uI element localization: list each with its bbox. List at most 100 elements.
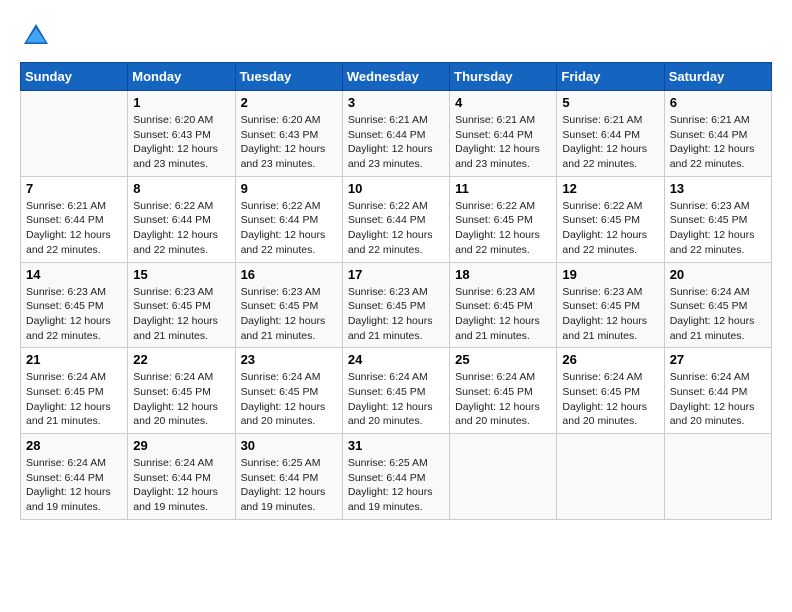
day-cell: 14 Sunrise: 6:23 AM Sunset: 6:45 PM Dayli… xyxy=(21,262,128,348)
week-row-5: 28 Sunrise: 6:24 AM Sunset: 6:44 PM Dayli… xyxy=(21,434,772,520)
day-cell: 21 Sunrise: 6:24 AM Sunset: 6:45 PM Dayli… xyxy=(21,348,128,434)
day-number: 7 xyxy=(26,181,122,196)
week-row-3: 14 Sunrise: 6:23 AM Sunset: 6:45 PM Dayli… xyxy=(21,262,772,348)
day-number: 9 xyxy=(241,181,337,196)
day-cell: 20 Sunrise: 6:24 AM Sunset: 6:45 PM Dayli… xyxy=(664,262,771,348)
day-cell: 8Sunrise: 6:22 AM Sunset: 6:44 PM Daylig… xyxy=(128,176,235,262)
day-detail: Sunrise: 6:21 AM Sunset: 6:44 PM Dayligh… xyxy=(562,113,658,172)
week-row-2: 7 Sunrise: 6:21 AM Sunset: 6:44 PM Daylig… xyxy=(21,176,772,262)
day-detail: Sunrise: 6:21 AM Sunset: 6:44 PM Dayligh… xyxy=(670,113,766,172)
day-detail: Sunrise: 6:23 AM Sunset: 6:45 PM Dayligh… xyxy=(348,285,444,344)
day-detail: Sunrise: 6:21 AM Sunset: 6:44 PM Dayligh… xyxy=(26,199,122,258)
day-detail: Sunrise: 6:21 AM Sunset: 6:44 PM Dayligh… xyxy=(455,113,551,172)
day-cell: 10 Sunrise: 6:22 AM Sunset: 6:44 PM Dayli… xyxy=(342,176,449,262)
day-detail: Sunrise: 6:22 AM Sunset: 6:45 PM Dayligh… xyxy=(455,199,551,258)
header-row: SundayMondayTuesdayWednesdayThursdayFrid… xyxy=(21,63,772,91)
logo-icon xyxy=(20,20,52,52)
day-detail: Sunrise: 6:24 AM Sunset: 6:45 PM Dayligh… xyxy=(670,285,766,344)
day-number: 2 xyxy=(241,95,337,110)
day-number: 13 xyxy=(670,181,766,196)
day-number: 19 xyxy=(562,267,658,282)
day-number: 18 xyxy=(455,267,551,282)
day-number: 25 xyxy=(455,352,551,367)
col-header-saturday: Saturday xyxy=(664,63,771,91)
day-number: 17 xyxy=(348,267,444,282)
day-number: 15 xyxy=(133,267,229,282)
day-detail: Sunrise: 6:23 AM Sunset: 6:45 PM Dayligh… xyxy=(241,285,337,344)
day-number: 23 xyxy=(241,352,337,367)
day-number: 30 xyxy=(241,438,337,453)
day-cell: 1Sunrise: 6:20 AM Sunset: 6:43 PM Daylig… xyxy=(128,91,235,177)
day-detail: Sunrise: 6:25 AM Sunset: 6:44 PM Dayligh… xyxy=(348,456,444,515)
day-number: 8 xyxy=(133,181,229,196)
day-cell: 12 Sunrise: 6:22 AM Sunset: 6:45 PM Dayli… xyxy=(557,176,664,262)
day-detail: Sunrise: 6:20 AM Sunset: 6:43 PM Dayligh… xyxy=(133,113,229,172)
day-cell: 7 Sunrise: 6:21 AM Sunset: 6:44 PM Daylig… xyxy=(21,176,128,262)
day-detail: Sunrise: 6:20 AM Sunset: 6:43 PM Dayligh… xyxy=(241,113,337,172)
day-detail: Sunrise: 6:22 AM Sunset: 6:44 PM Dayligh… xyxy=(348,199,444,258)
day-cell: 27 Sunrise: 6:24 AM Sunset: 6:44 PM Dayli… xyxy=(664,348,771,434)
day-number: 14 xyxy=(26,267,122,282)
day-detail: Sunrise: 6:24 AM Sunset: 6:45 PM Dayligh… xyxy=(348,370,444,429)
logo xyxy=(20,20,56,52)
day-number: 5 xyxy=(562,95,658,110)
col-header-tuesday: Tuesday xyxy=(235,63,342,91)
day-number: 27 xyxy=(670,352,766,367)
day-number: 20 xyxy=(670,267,766,282)
day-cell: 22Sunrise: 6:24 AM Sunset: 6:45 PM Dayli… xyxy=(128,348,235,434)
day-detail: Sunrise: 6:21 AM Sunset: 6:44 PM Dayligh… xyxy=(348,113,444,172)
day-cell: 16 Sunrise: 6:23 AM Sunset: 6:45 PM Dayli… xyxy=(235,262,342,348)
day-number: 28 xyxy=(26,438,122,453)
day-detail: Sunrise: 6:24 AM Sunset: 6:45 PM Dayligh… xyxy=(241,370,337,429)
day-cell xyxy=(450,434,557,520)
day-cell: 24 Sunrise: 6:24 AM Sunset: 6:45 PM Dayli… xyxy=(342,348,449,434)
day-cell: 4 Sunrise: 6:21 AM Sunset: 6:44 PM Daylig… xyxy=(450,91,557,177)
week-row-1: 1Sunrise: 6:20 AM Sunset: 6:43 PM Daylig… xyxy=(21,91,772,177)
day-cell: 23 Sunrise: 6:24 AM Sunset: 6:45 PM Dayli… xyxy=(235,348,342,434)
day-detail: Sunrise: 6:22 AM Sunset: 6:45 PM Dayligh… xyxy=(562,199,658,258)
day-number: 24 xyxy=(348,352,444,367)
day-detail: Sunrise: 6:24 AM Sunset: 6:45 PM Dayligh… xyxy=(455,370,551,429)
page-header xyxy=(20,20,772,52)
day-number: 4 xyxy=(455,95,551,110)
day-detail: Sunrise: 6:24 AM Sunset: 6:44 PM Dayligh… xyxy=(26,456,122,515)
day-cell: 25 Sunrise: 6:24 AM Sunset: 6:45 PM Dayli… xyxy=(450,348,557,434)
day-detail: Sunrise: 6:22 AM Sunset: 6:44 PM Dayligh… xyxy=(241,199,337,258)
day-cell: 3 Sunrise: 6:21 AM Sunset: 6:44 PM Daylig… xyxy=(342,91,449,177)
col-header-monday: Monday xyxy=(128,63,235,91)
day-number: 6 xyxy=(670,95,766,110)
day-cell: 15 Sunrise: 6:23 AM Sunset: 6:45 PM Dayli… xyxy=(128,262,235,348)
day-detail: Sunrise: 6:25 AM Sunset: 6:44 PM Dayligh… xyxy=(241,456,337,515)
day-number: 29 xyxy=(133,438,229,453)
day-cell: 13Sunrise: 6:23 AM Sunset: 6:45 PM Dayli… xyxy=(664,176,771,262)
day-cell: 26 Sunrise: 6:24 AM Sunset: 6:45 PM Dayli… xyxy=(557,348,664,434)
col-header-friday: Friday xyxy=(557,63,664,91)
day-number: 21 xyxy=(26,352,122,367)
day-number: 3 xyxy=(348,95,444,110)
day-cell: 17 Sunrise: 6:23 AM Sunset: 6:45 PM Dayli… xyxy=(342,262,449,348)
day-cell xyxy=(21,91,128,177)
day-number: 16 xyxy=(241,267,337,282)
col-header-sunday: Sunday xyxy=(21,63,128,91)
day-detail: Sunrise: 6:23 AM Sunset: 6:45 PM Dayligh… xyxy=(133,285,229,344)
day-cell: 11 Sunrise: 6:22 AM Sunset: 6:45 PM Dayli… xyxy=(450,176,557,262)
day-detail: Sunrise: 6:24 AM Sunset: 6:44 PM Dayligh… xyxy=(670,370,766,429)
day-detail: Sunrise: 6:23 AM Sunset: 6:45 PM Dayligh… xyxy=(562,285,658,344)
day-number: 26 xyxy=(562,352,658,367)
day-cell xyxy=(557,434,664,520)
day-cell: 19 Sunrise: 6:23 AM Sunset: 6:45 PM Dayli… xyxy=(557,262,664,348)
day-cell: 18Sunrise: 6:23 AM Sunset: 6:45 PM Dayli… xyxy=(450,262,557,348)
day-cell xyxy=(664,434,771,520)
day-cell: 29Sunrise: 6:24 AM Sunset: 6:44 PM Dayli… xyxy=(128,434,235,520)
day-detail: Sunrise: 6:24 AM Sunset: 6:45 PM Dayligh… xyxy=(26,370,122,429)
day-detail: Sunrise: 6:24 AM Sunset: 6:45 PM Dayligh… xyxy=(133,370,229,429)
col-header-thursday: Thursday xyxy=(450,63,557,91)
day-cell: 31Sunrise: 6:25 AM Sunset: 6:44 PM Dayli… xyxy=(342,434,449,520)
day-number: 12 xyxy=(562,181,658,196)
day-detail: Sunrise: 6:24 AM Sunset: 6:45 PM Dayligh… xyxy=(562,370,658,429)
day-number: 11 xyxy=(455,181,551,196)
day-number: 10 xyxy=(348,181,444,196)
day-cell: 28 Sunrise: 6:24 AM Sunset: 6:44 PM Dayli… xyxy=(21,434,128,520)
day-detail: Sunrise: 6:23 AM Sunset: 6:45 PM Dayligh… xyxy=(26,285,122,344)
week-row-4: 21 Sunrise: 6:24 AM Sunset: 6:45 PM Dayli… xyxy=(21,348,772,434)
